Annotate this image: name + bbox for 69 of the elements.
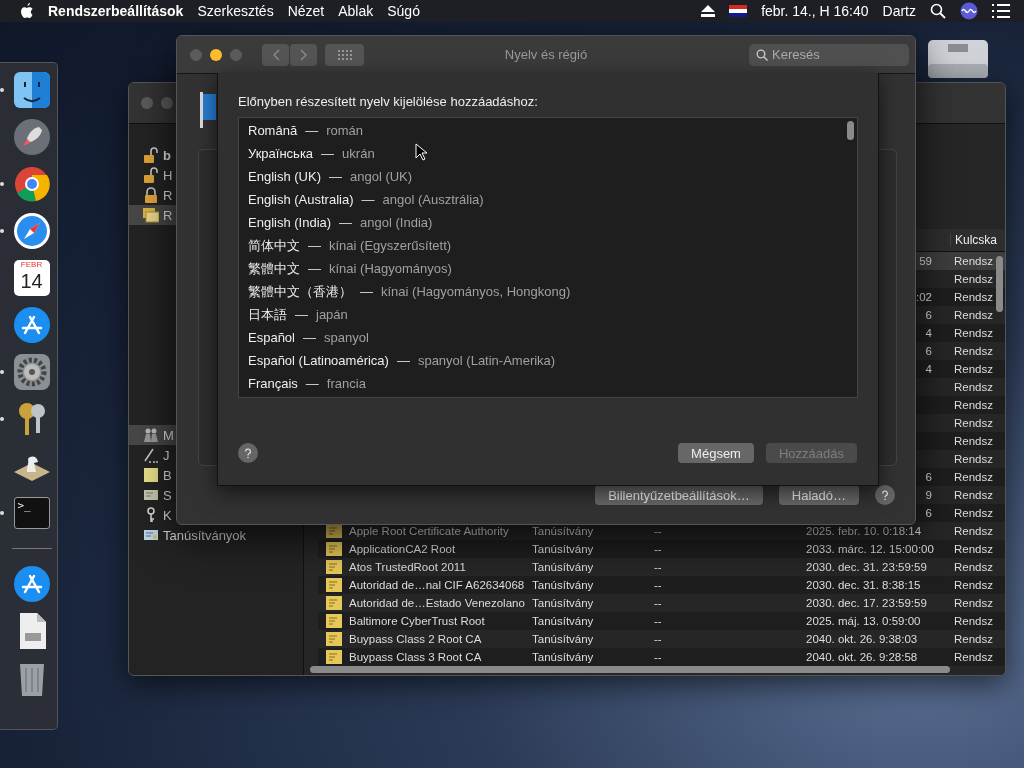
table-cell: Tanúsítvány xyxy=(532,633,594,645)
table-cell: Rendsz xyxy=(954,345,993,357)
table-cell: Rendsz xyxy=(954,597,993,609)
table-cell: 2025. máj. 13. 0:59:00 xyxy=(806,615,921,627)
table-cell: Tanúsítvány xyxy=(532,525,594,537)
table-cell: Rendsz xyxy=(954,309,993,321)
table-cell: Autoridad de…nal CIF A62634068 xyxy=(349,579,525,591)
table-cell: 2040. okt. 26. 9:28:58 xyxy=(806,651,918,663)
table-cell: 2025. febr. 10. 0:18:14 xyxy=(806,525,922,537)
table-cell: Tanúsítvány xyxy=(532,651,594,663)
table-cell: 6 xyxy=(925,345,932,357)
table-cell: Tanúsítvány xyxy=(532,597,594,609)
table-cell: 6 xyxy=(925,507,932,519)
table-cell: 59 xyxy=(919,255,932,267)
table-cell: Rendsz xyxy=(954,399,993,411)
table-cell: 9 xyxy=(925,489,932,501)
table-cell: Tanúsítvány xyxy=(532,543,594,555)
table-cell: Apple Root Certificate Authority xyxy=(349,525,509,537)
table-cell: Rendsz xyxy=(954,615,993,627)
window-title: Nyelv és régió xyxy=(504,47,588,62)
table-cell: 6 xyxy=(925,471,932,483)
table-cell: 6 xyxy=(925,309,932,321)
table-cell: Rendsz xyxy=(954,561,993,573)
table-cell: Rendsz xyxy=(954,651,993,663)
table-cell: Rendsz xyxy=(954,435,993,447)
table-cell: Rendsz xyxy=(954,525,993,537)
table-cell: Rendsz xyxy=(954,291,993,303)
table-cell: :02 xyxy=(916,291,932,303)
table-cell: Rendsz xyxy=(954,543,993,555)
table-cell: Rendsz xyxy=(954,327,993,339)
table-cell: Rendsz xyxy=(954,255,993,267)
table-cell: -- xyxy=(654,561,662,573)
table-cell: -- xyxy=(654,597,662,609)
table-cell: Buypass Class 3 Root CA xyxy=(349,651,482,663)
table-cell: Rendsz xyxy=(954,489,993,501)
terminal-prompt: >_ xyxy=(16,498,32,514)
table-cell: -- xyxy=(654,651,662,663)
table-cell: Rendsz xyxy=(954,453,993,465)
table-cell: Rendsz xyxy=(954,471,993,483)
table-cell: -- xyxy=(654,543,662,555)
table-cell: -- xyxy=(654,525,662,537)
table-cell: Rendsz xyxy=(954,273,993,285)
table-cell: Rendsz xyxy=(954,579,993,591)
table-cell: 2033. márc. 12. 15:00:00 xyxy=(806,543,934,555)
table-cell: Rendsz xyxy=(954,507,993,519)
table-cell: Tanúsítvány xyxy=(532,615,594,627)
table-cell: Buypass Class 2 Root CA xyxy=(349,633,482,645)
table-cell: ApplicationCA2 Root xyxy=(349,543,456,555)
table-cell: 4 xyxy=(925,327,932,339)
table-cell: 2040. okt. 26. 9:38:03 xyxy=(806,633,918,645)
table-cell: Atos TrustedRoot 2011 xyxy=(349,561,466,573)
table-cell: 2030. dec. 17. 23:59:59 xyxy=(806,597,927,609)
table-cell: 2030. dec. 31. 23:59:59 xyxy=(806,561,927,573)
table-cell: 2030. dec. 31. 8:38:15 xyxy=(806,579,921,591)
table-cell: -- xyxy=(654,615,662,627)
prompt-text: Előnyben részesített nyelv kijelölése hozzáadáshoz: xyxy=(238,94,538,109)
table-cell: Tanúsítvány xyxy=(532,579,594,591)
table-cell: Tanúsítvány xyxy=(532,561,594,573)
table-cell: Baltimore CyberTrust Root xyxy=(349,615,485,627)
table-cell: Rendsz xyxy=(954,363,993,375)
table-cell: -- xyxy=(654,633,662,645)
table-cell: Rendsz xyxy=(954,381,993,393)
table-cell: Autoridad de…Estado Venezolano xyxy=(349,597,525,609)
table-cell: Rendsz xyxy=(954,417,993,429)
calendar-day: 14 xyxy=(20,270,43,292)
table-cell: -- xyxy=(654,579,662,591)
table-cell: 4 xyxy=(925,363,932,375)
calendar-month: FEBR xyxy=(20,260,43,270)
table-cell: Rendsz xyxy=(954,633,993,645)
